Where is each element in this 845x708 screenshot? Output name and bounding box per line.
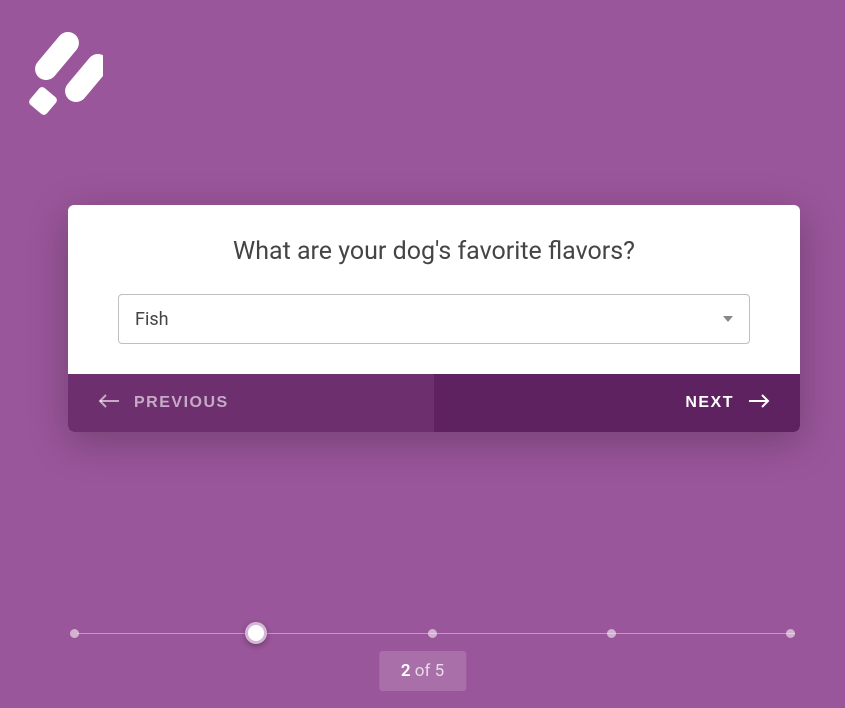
survey-card: What are your dog's favorite flavors? Fi… (68, 205, 800, 432)
card-body: What are your dog's favorite flavors? Fi… (68, 205, 800, 374)
progress-label: 2 of 5 (379, 651, 466, 691)
card-footer: PREVIOUS NEXT (68, 374, 800, 432)
next-label: NEXT (685, 394, 734, 412)
question-text: What are your dog's favorite flavors? (118, 237, 750, 266)
progress-current-number: 2 (401, 661, 411, 681)
progress-total-number: 5 (435, 661, 445, 681)
progress-step[interactable] (786, 629, 795, 638)
brand-logo (18, 20, 103, 118)
chevron-down-icon (723, 316, 733, 322)
next-button[interactable]: NEXT (434, 374, 800, 432)
progress-dots (70, 629, 795, 638)
arrow-left-icon (98, 394, 120, 413)
select-value: Fish (135, 309, 723, 330)
previous-button[interactable]: PREVIOUS (68, 374, 434, 432)
flavor-select[interactable]: Fish (118, 294, 750, 344)
previous-label: PREVIOUS (134, 394, 229, 412)
progress-bar (70, 629, 795, 638)
progress-current-indicator[interactable] (245, 622, 267, 644)
progress-of: of (411, 661, 435, 681)
arrow-right-icon (748, 394, 770, 413)
progress-step[interactable] (607, 629, 616, 638)
progress-step[interactable] (428, 629, 437, 638)
progress-step[interactable] (70, 629, 79, 638)
